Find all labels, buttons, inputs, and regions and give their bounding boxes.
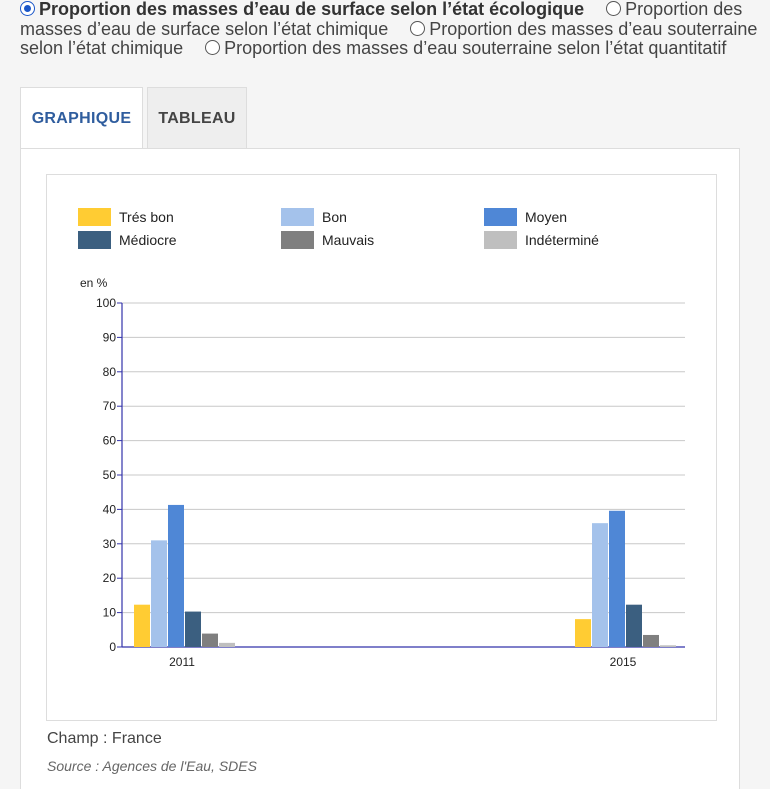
bar-tres-bon-2011 [134, 604, 150, 647]
y-tick-label: 20 [103, 571, 117, 585]
bar-tres-bon-2015 [575, 619, 591, 647]
option-surface-ecologique[interactable]: Proportion des masses d’eau de surface s… [20, 0, 584, 19]
bar-moyen-2011 [168, 504, 184, 647]
radio-icon[interactable] [410, 20, 426, 36]
bar-mauvais-2015 [643, 634, 659, 647]
x-tick-label: 2015 [610, 655, 637, 669]
bar-mauvais-2011 [202, 633, 218, 647]
option-label: Proportion des masses d’eau de surface s… [39, 0, 585, 19]
bar-indetermine-2011 [219, 642, 235, 647]
radio-icon[interactable] [205, 40, 221, 55]
y-tick-label: 0 [109, 640, 116, 654]
bar-mediocre-2015 [626, 604, 642, 647]
y-tick-label: 70 [103, 399, 117, 413]
bar-indetermine-2015 [660, 645, 676, 647]
tab-panel: Trés bon Bon Moyen Médiocre Mauvais Indétermi… [20, 148, 740, 789]
y-tick-label: 60 [103, 434, 117, 448]
source-note: Source : Agences de l'Eau, SDES [47, 758, 257, 774]
y-tick-label: 30 [103, 537, 117, 551]
y-tick-label: 80 [103, 365, 117, 379]
bar-bon-2011 [151, 540, 167, 647]
option-souterraine-quantitatif[interactable]: Proportion des masses d’eau souterraine … [205, 38, 726, 58]
x-tick-label: 2011 [169, 655, 195, 669]
y-tick-label: 50 [103, 468, 117, 482]
radio-icon[interactable] [606, 1, 622, 16]
scope-note: Champ : France [47, 730, 162, 747]
tab-graphique[interactable]: GRAPHIQUE [20, 87, 143, 150]
y-tick-label: 90 [103, 330, 117, 344]
indicator-options: Proportion des masses d’eau de surface s… [20, 0, 760, 59]
option-label: Proportion des masses d’eau souterraine … [224, 38, 727, 58]
y-tick-label: 100 [96, 296, 116, 310]
bar-bon-2015 [592, 523, 608, 647]
y-tick-label: 40 [103, 502, 117, 516]
bar-mediocre-2011 [185, 611, 201, 647]
y-tick-label: 10 [103, 606, 117, 620]
bar-chart: 0 10 20 30 40 50 60 70 80 90 100 2011 2015 [96, 296, 685, 669]
bar-moyen-2015 [609, 510, 625, 647]
tab-tableau[interactable]: TABLEAU [147, 87, 247, 149]
radio-checked-icon[interactable] [20, 1, 35, 16]
chart-container: Trés bon Bon Moyen Médiocre Mauvais Indétermi… [46, 174, 717, 721]
